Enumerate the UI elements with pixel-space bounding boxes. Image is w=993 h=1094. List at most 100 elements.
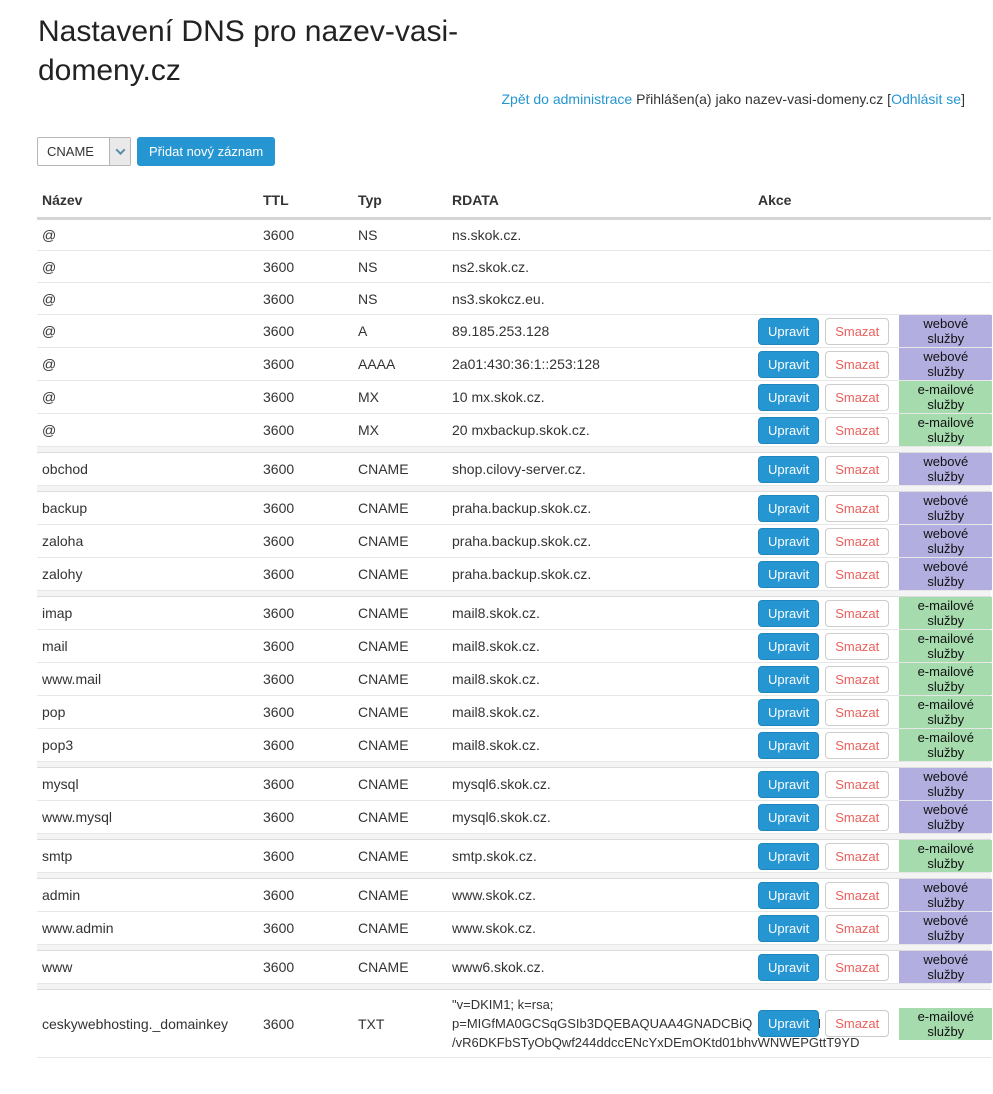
smazat-button[interactable]: Smazat [825,843,889,870]
record-rdata-cell: www.skok.cz. [447,912,753,945]
table-row: zaloha3600CNAMEpraha.backup.skok.cz.Upra… [37,525,991,558]
record-name-cell: admin [37,879,258,912]
upravit-button[interactable]: Upravit [758,915,819,942]
smazat-button[interactable]: Smazat [825,528,889,555]
back-to-admin-link[interactable]: Zpět do administrace [501,91,632,107]
upravit-button[interactable]: Upravit [758,318,819,345]
record-type-cell: A [353,315,447,348]
record-name-cell: mysql [37,768,258,801]
table-row: www.admin3600CNAMEwww.skok.cz.UpravitSma… [37,912,991,945]
smazat-button[interactable]: Smazat [825,804,889,831]
dns-settings-page: Nastavení DNS pro nazev-vasi-domeny.cz Z… [0,12,993,1058]
upravit-button[interactable]: Upravit [758,600,819,627]
record-type-cell: CNAME [353,525,447,558]
smazat-button[interactable]: Smazat [825,561,889,588]
upravit-button[interactable]: Upravit [758,666,819,693]
upravit-button[interactable]: Upravit [758,843,819,870]
record-name-cell: pop [37,696,258,729]
record-ttl-cell: 3600 [258,729,353,762]
upravit-button[interactable]: Upravit [758,351,819,378]
record-group: ceskywebhosting._domainkey3600TXT"v=DKIM… [37,984,991,1058]
actions-cell [753,251,991,283]
record-ttl-cell: 3600 [258,453,353,486]
service-badge-web: webové služby [899,912,992,944]
record-ttl-cell: 3600 [258,315,353,348]
upravit-button[interactable]: Upravit [758,882,819,909]
actions-cell: UpravitSmazate-mailové služby [753,630,991,663]
record-rdata-cell: "v=DKIM1; k=rsa;p=MIGfMA0GCSqGSIb3DQEBAQ… [447,990,753,1058]
table-row: @3600A89.185.253.128UpravitSmazatwebové … [37,315,991,348]
upravit-button[interactable]: Upravit [758,1010,819,1037]
actions-cell: UpravitSmazate-mailové služby [753,381,991,414]
record-rdata-cell: shop.cilovy-server.cz. [447,453,753,486]
actions-cell: UpravitSmazat e-mailové služby [753,840,991,873]
record-rdata-cell: praha.backup.skok.cz. [447,492,753,525]
table-row: www.mysql3600CNAMEmysql6.skok.cz.Upravit… [37,801,991,834]
upravit-button[interactable]: Upravit [758,528,819,555]
upravit-button[interactable]: Upravit [758,699,819,726]
record-type-cell: MX [353,414,447,447]
record-type-cell: CNAME [353,879,447,912]
record-type-select[interactable]: CNAME [37,137,131,166]
record-ttl-cell: 3600 [258,990,353,1058]
smazat-button[interactable]: Smazat [825,495,889,522]
service-badge-mail: e-mailové služby [899,414,992,446]
upravit-button[interactable]: Upravit [758,417,819,444]
record-rdata-cell: mysql6.skok.cz. [447,768,753,801]
record-group: obchod3600CNAMEshop.cilovy-server.cz.Upr… [37,447,991,486]
upravit-button[interactable]: Upravit [758,633,819,660]
record-name-cell: zalohy [37,558,258,591]
smazat-button[interactable]: Smazat [825,699,889,726]
upravit-button[interactable]: Upravit [758,732,819,759]
service-badge-mail: e-mailové služby [899,840,992,872]
upravit-button[interactable]: Upravit [758,456,819,483]
dns-records-table: Název TTL Typ RDATA Akce @3600NSns.skok.… [37,186,991,1058]
record-name-cell: www.mail [37,663,258,696]
smazat-button[interactable]: Smazat [825,771,889,798]
record-ttl-cell: 3600 [258,558,353,591]
upravit-button[interactable]: Upravit [758,954,819,981]
upravit-button[interactable]: Upravit [758,561,819,588]
table-row: @3600NSns.skok.cz. [37,219,991,251]
smazat-button[interactable]: Smazat [825,351,889,378]
record-rdata-cell: praha.backup.skok.cz. [447,525,753,558]
smazat-button[interactable]: Smazat [825,732,889,759]
smazat-button[interactable]: Smazat [825,954,889,981]
table-row: ceskywebhosting._domainkey3600TXT"v=DKIM… [37,990,991,1058]
upravit-button[interactable]: Upravit [758,384,819,411]
column-header-rdata: RDATA [447,186,753,219]
record-rdata-cell: ns3.skokcz.eu. [447,283,753,315]
smazat-button[interactable]: Smazat [825,882,889,909]
record-type-cell: NS [353,283,447,315]
service-badge-web: webové služby [899,492,992,524]
smazat-button[interactable]: Smazat [825,417,889,444]
upravit-button[interactable]: Upravit [758,771,819,798]
record-type-cell: NS [353,219,447,251]
record-name-cell: www [37,951,258,984]
record-type-cell: CNAME [353,912,447,945]
logged-in-text: Přihlášen(a) jako nazev-vasi-domeny.cz [ [636,91,891,107]
record-ttl-cell: 3600 [258,283,353,315]
table-row: mysql3600CNAMEmysql6.skok.cz.UpravitSmaz… [37,768,991,801]
column-header-typ: Typ [353,186,447,219]
smazat-button[interactable]: Smazat [825,633,889,660]
record-group: admin3600CNAMEwww.skok.cz.UpravitSmazatw… [37,873,991,945]
smazat-button[interactable]: Smazat [825,1010,889,1037]
service-badge-web: webové služby [899,951,992,983]
smazat-button[interactable]: Smazat [825,666,889,693]
add-record-button[interactable]: Přidat nový záznam [137,137,275,166]
logout-link[interactable]: Odhlásit se [891,91,961,107]
smazat-button[interactable]: Smazat [825,384,889,411]
smazat-button[interactable]: Smazat [825,456,889,483]
service-badge-web: webové služby [899,315,992,347]
smazat-button[interactable]: Smazat [825,915,889,942]
upravit-button[interactable]: Upravit [758,804,819,831]
record-name-cell: www.admin [37,912,258,945]
upravit-button[interactable]: Upravit [758,495,819,522]
service-badge-mail: e-mailové služby [899,597,992,629]
service-badge-web: webové služby [899,768,992,800]
table-row: @3600MX20 mxbackup.skok.cz.UpravitSmazat… [37,414,991,447]
smazat-button[interactable]: Smazat [825,600,889,627]
record-ttl-cell: 3600 [258,912,353,945]
smazat-button[interactable]: Smazat [825,318,889,345]
